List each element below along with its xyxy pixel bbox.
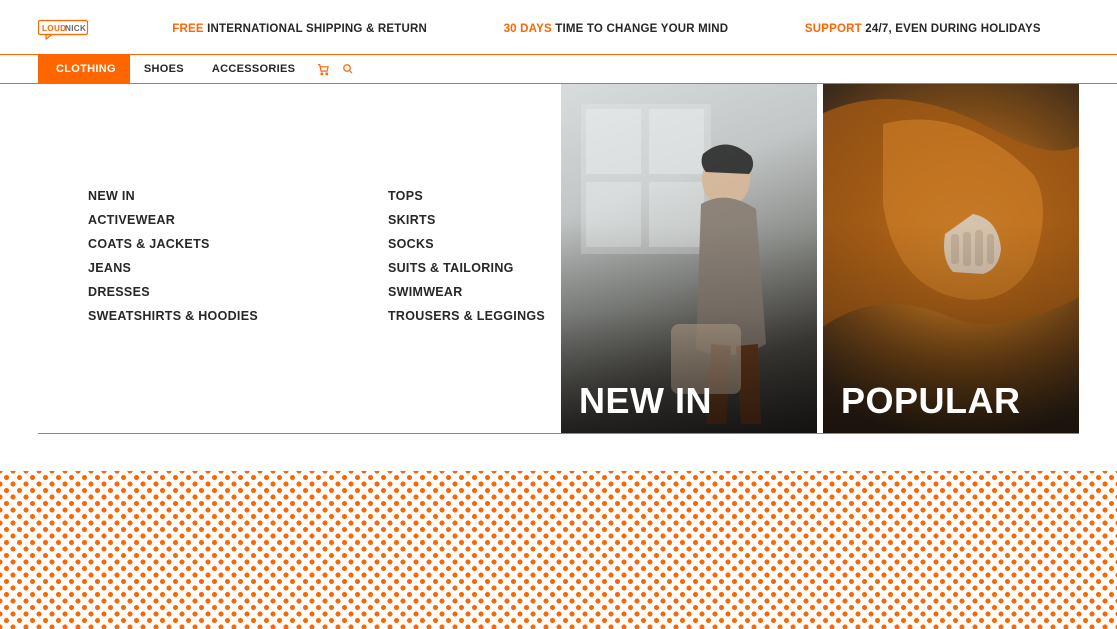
mega-link-tops[interactable]: TOPS [388,189,545,203]
main-nav: CLOTHING SHOES ACCESSORIES [38,55,1079,83]
cart-icon[interactable] [317,63,330,76]
mega-link-new-in[interactable]: NEW IN [88,189,258,203]
promo-tile-popular[interactable]: POPULAR [823,84,1079,433]
mega-link-socks[interactable]: SOCKS [388,237,545,251]
svg-text:NICK: NICK [65,24,86,33]
mega-link-suits-tailoring[interactable]: SUITS & TAILORING [388,261,545,275]
mega-link-trousers-leggings[interactable]: TROUSERS & LEGGINGS [388,309,545,323]
tile-label: POPULAR [841,383,1021,419]
brand-logo[interactable]: LOUD NICK [38,18,94,40]
promo-returns: 30 DAYS TIME TO CHANGE YOUR MIND [504,23,729,35]
promo-tile-new-in[interactable]: NEW IN [561,84,817,433]
promo-support: SUPPORT 24/7, EVEN DURING HOLIDAYS [805,23,1041,35]
background-pattern [0,471,1117,629]
mega-link-dresses[interactable]: DRESSES [88,285,258,299]
mega-col-2: TOPS SKIRTS SOCKS SUITS & TAILORING SWIM… [388,189,545,433]
mega-col-1: NEW IN ACTIVEWEAR COATS & JACKETS JEANS … [88,189,258,433]
search-icon[interactable] [342,63,354,75]
mega-link-skirts[interactable]: SKIRTS [388,213,545,227]
nav-accessories[interactable]: ACCESSORIES [198,55,309,83]
mega-menu-clothing: NEW IN ACTIVEWEAR COATS & JACKETS JEANS … [38,84,1079,434]
mega-link-jeans[interactable]: JEANS [88,261,258,275]
promo-bar: LOUD NICK FREE INTERNATIONAL SHIPPING & … [38,0,1079,54]
nav-clothing[interactable]: CLOTHING [42,55,130,83]
nav-shoes[interactable]: SHOES [130,55,198,83]
mega-link-sweatshirts-hoodies[interactable]: SWEATSHIRTS & HOODIES [88,309,258,323]
tile-label: NEW IN [579,383,712,419]
promo-shipping: FREE INTERNATIONAL SHIPPING & RETURN [172,23,427,35]
svg-text:LOUD: LOUD [42,24,66,33]
mega-link-coats-jackets[interactable]: COATS & JACKETS [88,237,258,251]
mega-link-swimwear[interactable]: SWIMWEAR [388,285,545,299]
mega-link-activewear[interactable]: ACTIVEWEAR [88,213,258,227]
